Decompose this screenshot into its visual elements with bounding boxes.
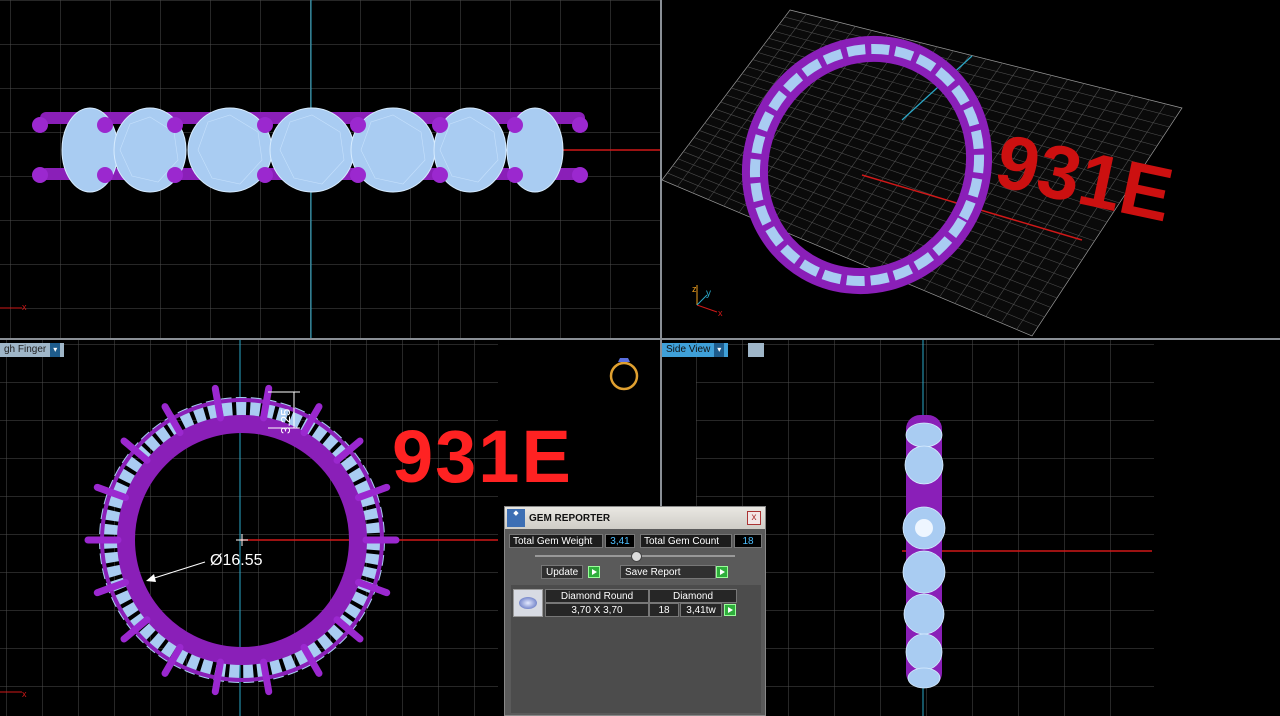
- gem-material: Diamond: [649, 589, 737, 603]
- gem-size: 3,70 X 3,70: [545, 603, 649, 617]
- gem-row-go-icon[interactable]: [724, 604, 736, 616]
- perspective-scene: 931E z y x: [662, 9, 1183, 337]
- dropdown-icon[interactable]: ▾: [714, 343, 725, 357]
- gem-reporter-titlebar[interactable]: ◆ GEM REPORTER x: [505, 507, 765, 529]
- ring-icon: [609, 358, 639, 391]
- gem-weight: 3,41tw: [680, 603, 722, 617]
- stamp-bottom-left: 931E: [392, 415, 573, 498]
- save-report-button[interactable]: Save Report: [620, 565, 716, 579]
- gem-count: 18: [649, 603, 679, 617]
- diamond-thumbnail-icon: [513, 589, 543, 617]
- viewport-divider-horizontal[interactable]: [0, 338, 1280, 340]
- viewport-options-icon[interactable]: [748, 343, 764, 357]
- gem-reporter-slider[interactable]: [535, 551, 735, 562]
- update-button[interactable]: Update: [541, 565, 584, 579]
- gem-shape: Diamond Round: [545, 589, 649, 603]
- viewport-top-left[interactable]: x: [0, 0, 660, 338]
- gem-reporter-panel: ◆ GEM REPORTER x Total Gem Weight 3,41 T…: [504, 506, 766, 716]
- ring-side: [902, 415, 946, 689]
- prong-dimension: 3.25: [278, 408, 293, 434]
- gems-row: [61, 107, 564, 193]
- svg-text:x: x: [22, 689, 27, 699]
- gem-reporter-title: GEM REPORTER: [529, 512, 611, 524]
- top-left-scene: x: [0, 0, 660, 338]
- total-weight-value: 3,41: [605, 534, 635, 548]
- total-weight-label: Total Gem Weight: [509, 534, 603, 548]
- svg-text:y: y: [706, 288, 711, 299]
- diameter-dimension: Ø16.55: [210, 552, 263, 569]
- total-count-label: Total Gem Count: [640, 534, 732, 548]
- total-count-value: 18: [734, 534, 762, 548]
- gem-reporter-logo-icon: ◆: [507, 509, 525, 527]
- save-go-icon[interactable]: [716, 566, 728, 578]
- dropdown-icon[interactable]: ▾: [50, 343, 61, 357]
- svg-text:x: x: [718, 308, 723, 318]
- view-selector-side[interactable]: Side View ▾: [662, 343, 729, 357]
- view-selector-front[interactable]: gh Finger ▾: [0, 343, 65, 357]
- svg-text:z: z: [692, 284, 697, 294]
- slider-knob[interactable]: [631, 551, 642, 562]
- axis-x-label: x: [22, 302, 27, 312]
- close-icon[interactable]: x: [747, 511, 761, 525]
- viewport-top-right[interactable]: 931E z y x: [662, 0, 1280, 338]
- update-go-icon[interactable]: [588, 566, 600, 578]
